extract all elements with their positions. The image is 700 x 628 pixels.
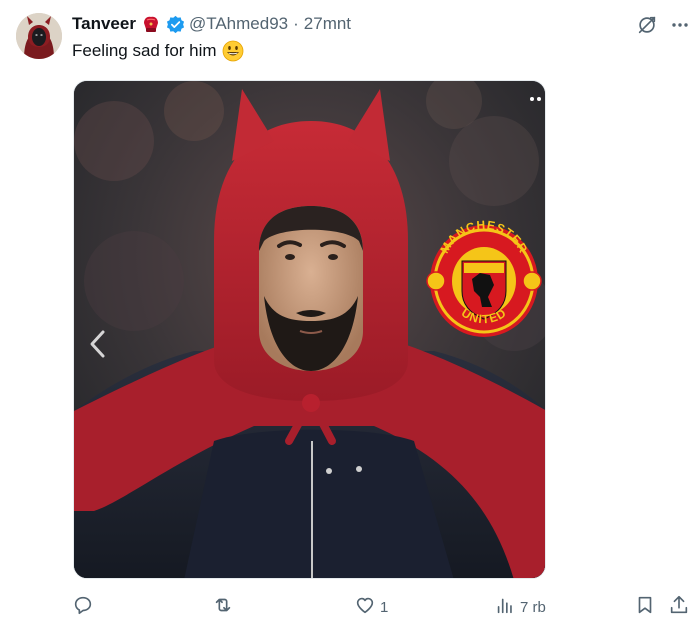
views-button[interactable]: 7 rb [494, 596, 546, 618]
bookmark-icon [634, 594, 656, 620]
grok-icon[interactable] [636, 14, 658, 36]
heart-icon [354, 594, 376, 620]
display-name[interactable]: Tanveer [72, 14, 136, 34]
views-icon [494, 594, 516, 620]
timestamp[interactable]: 27mnt [304, 14, 351, 34]
retweet-icon [212, 594, 234, 620]
chevron-left-icon[interactable] [88, 329, 108, 364]
media-more-icon[interactable] [530, 97, 541, 101]
tweet-header: Tanveer @TAhmed93 · 27mnt [72, 13, 351, 35]
tweet-media-image[interactable]: MANCHESTER UNITED [73, 80, 546, 579]
bookmark-button[interactable] [634, 596, 656, 618]
avatar[interactable] [16, 13, 62, 59]
share-button[interactable] [668, 594, 690, 620]
retweet-button[interactable] [212, 596, 238, 618]
smiley-emoji-icon [222, 40, 244, 62]
tweet-actions: 1 7 rb [72, 594, 690, 620]
like-button[interactable]: 1 [354, 596, 388, 618]
reply-icon [72, 594, 94, 620]
share-icon [668, 594, 690, 620]
like-count: 1 [380, 598, 389, 616]
tweet: Tanveer @TAhmed93 · 27mnt Feeling sad fo… [0, 0, 700, 628]
views-count: 7 rb [520, 598, 546, 616]
reply-button[interactable] [72, 596, 98, 618]
tweet-text: Feeling sad for him [72, 40, 244, 62]
verified-badge-icon [166, 15, 185, 34]
user-handle[interactable]: @TAhmed93 [189, 14, 288, 34]
top-actions [636, 14, 690, 36]
more-icon[interactable] [670, 15, 690, 35]
separator-dot: · [293, 14, 299, 33]
tweet-body: Feeling sad for him [72, 41, 217, 60]
boxing-glove-icon [141, 14, 161, 34]
